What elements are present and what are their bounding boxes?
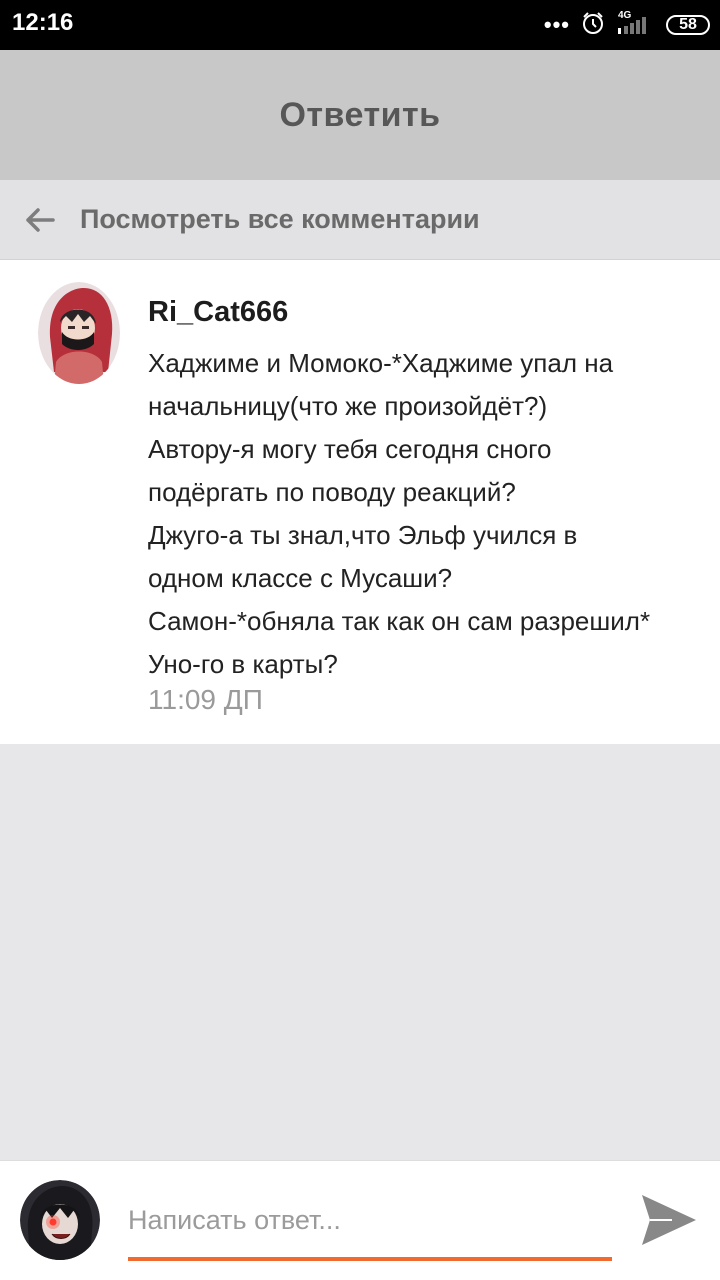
page-title: Ответить: [279, 95, 441, 134]
comment-line: Джуго-а ты знал,что Эльф учился в: [148, 520, 578, 550]
alarm-clock-icon: [580, 10, 606, 41]
signal-icon: 4G: [616, 10, 656, 38]
view-all-comments-label: Посмотреть все комментарии: [80, 204, 480, 234]
comment-line: подёргать по поводу реакций?: [148, 477, 516, 507]
comment-line: одном классе с Мусаши?: [148, 563, 453, 593]
reply-input[interactable]: [128, 1197, 612, 1243]
send-button[interactable]: [638, 1191, 700, 1249]
battery-level: 58: [679, 16, 697, 33]
comment-line: Самон-*обняла так как он сам разрешил*: [148, 606, 651, 636]
battery-icon: 58: [666, 15, 710, 35]
status-icons: ••• 4G 58: [544, 10, 710, 40]
avatar[interactable]: [38, 282, 120, 384]
arrow-left-icon[interactable]: [22, 202, 58, 238]
notification-dots: •••: [543, 12, 570, 37]
status-time: 12:16: [12, 9, 74, 36]
comment-username[interactable]: Ri_Cat666: [148, 296, 288, 329]
comment-line: начальницу(что же произойдёт?): [148, 391, 548, 421]
reply-input-underline: [128, 1257, 612, 1261]
comment-line: Уно-го в карты?: [148, 649, 338, 679]
comment-line: Автору-я могу тебя сегодня сного: [148, 434, 552, 464]
comment-text: Хаджиме и Момоко-*Хаджиме упал на началь…: [148, 342, 708, 686]
comment-card: Ri_Cat666 Хаджиме и Момоко-*Хаджиме упал…: [0, 260, 720, 744]
view-all-comments-button[interactable]: Посмотреть все комментарии: [0, 180, 720, 260]
top-bar: Ответить: [0, 50, 720, 180]
send-icon[interactable]: [638, 1195, 700, 1253]
comment-line: Хаджиме и Момоко-*Хаджиме упал на: [148, 348, 614, 378]
comment-timestamp: 11:09 ДП: [148, 684, 263, 715]
status-bar: 12:16 ••• 4G 58: [0, 0, 720, 50]
reply-bar: [0, 1160, 720, 1280]
user-avatar: [20, 1180, 100, 1260]
